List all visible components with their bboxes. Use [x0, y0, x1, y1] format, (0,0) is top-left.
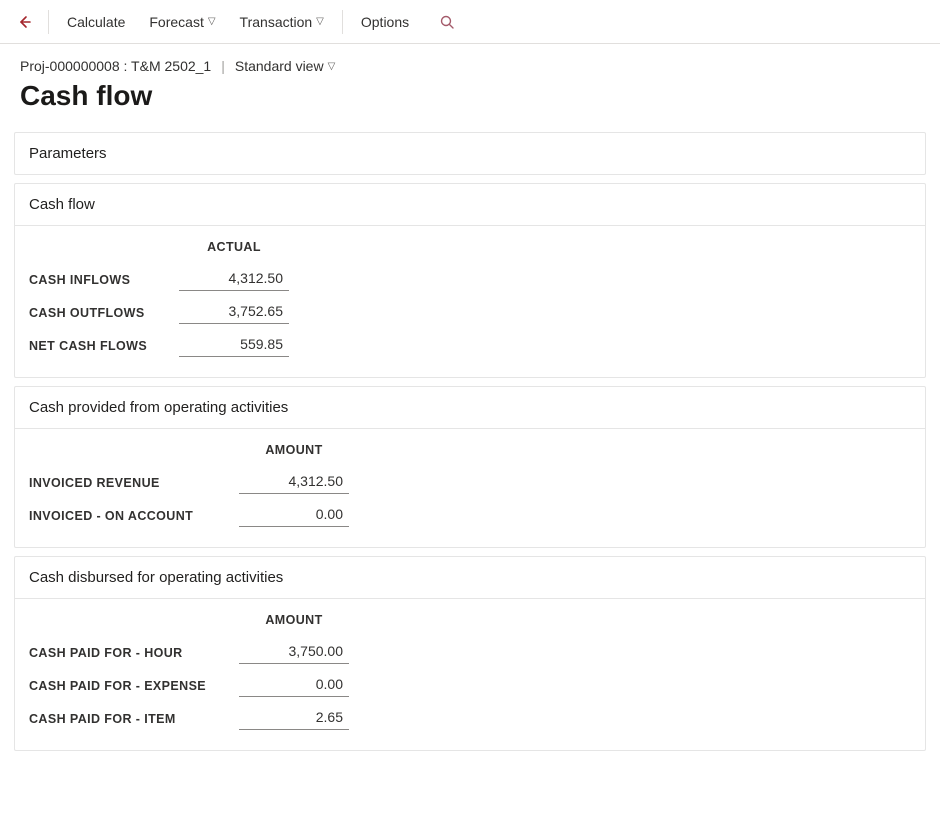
view-switcher[interactable]: Standard view ▽: [235, 58, 335, 74]
chevron-down-icon: ▽: [316, 16, 324, 27]
back-arrow-icon: [16, 14, 32, 30]
cash-provided-body: AMOUNT INVOICED REVENUE 4,312.50 INVOICE…: [15, 429, 925, 547]
cash-disbursed-section: Cash disbursed for operating activities …: [14, 556, 926, 751]
row-label-invoiced-on-acct: INVOICED - ON ACCOUNT: [29, 509, 239, 523]
options-button[interactable]: Options: [351, 8, 419, 36]
page-title: Cash flow: [20, 80, 920, 112]
cash-flow-body: ACTUAL CASH INFLOWS 4,312.50 CASH OUTFLO…: [15, 226, 925, 377]
cash-provided-table: AMOUNT INVOICED REVENUE 4,312.50 INVOICE…: [29, 443, 911, 527]
page-header: Proj-000000008 : T&M 2502_1 | Standard v…: [0, 44, 940, 122]
row-label-invoiced-rev: INVOICED REVENUE: [29, 476, 239, 490]
cash-flow-header[interactable]: Cash flow: [15, 184, 925, 226]
row-label-expense: CASH PAID FOR - EXPENSE: [29, 679, 239, 693]
value-invoiced-rev[interactable]: 4,312.50: [239, 471, 349, 494]
row-label-net: NET CASH FLOWS: [29, 339, 179, 353]
toolbar-divider: [48, 10, 49, 34]
options-label: Options: [361, 14, 409, 30]
forecast-button[interactable]: Forecast ▽: [139, 8, 225, 36]
search-icon: [439, 14, 455, 30]
value-hour[interactable]: 3,750.00: [239, 641, 349, 664]
breadcrumb-project: Proj-000000008 : T&M 2502_1: [20, 58, 211, 74]
cash-flow-section: Cash flow ACTUAL CASH INFLOWS 4,312.50 C…: [14, 183, 926, 378]
cash-disbursed-table: AMOUNT CASH PAID FOR - HOUR 3,750.00 CAS…: [29, 613, 911, 730]
cash-disbursed-header[interactable]: Cash disbursed for operating activities: [15, 557, 925, 599]
value-net[interactable]: 559.85: [179, 334, 289, 357]
chevron-down-icon: ▽: [328, 61, 336, 72]
value-outflows[interactable]: 3,752.65: [179, 301, 289, 324]
parameters-section: Parameters: [14, 132, 926, 175]
row-label-outflows: CASH OUTFLOWS: [29, 306, 179, 320]
cash-disbursed-title: Cash disbursed for operating activities: [29, 569, 283, 586]
chevron-down-icon: ▽: [208, 16, 216, 27]
parameters-header[interactable]: Parameters: [15, 133, 925, 174]
top-toolbar: Calculate Forecast ▽ Transaction ▽ Optio…: [0, 0, 940, 44]
transaction-button[interactable]: Transaction ▽: [230, 8, 334, 36]
col-header-amount-disbursed: AMOUNT: [239, 613, 349, 631]
row-label-hour: CASH PAID FOR - HOUR: [29, 646, 239, 660]
value-inflows[interactable]: 4,312.50: [179, 268, 289, 291]
search-button[interactable]: [431, 6, 463, 38]
cash-disbursed-body: AMOUNT CASH PAID FOR - HOUR 3,750.00 CAS…: [15, 599, 925, 750]
transaction-label: Transaction: [240, 14, 313, 30]
breadcrumb: Proj-000000008 : T&M 2502_1 | Standard v…: [20, 58, 920, 74]
cash-flow-table: ACTUAL CASH INFLOWS 4,312.50 CASH OUTFLO…: [29, 240, 911, 357]
parameters-title: Parameters: [29, 145, 107, 162]
value-expense[interactable]: 0.00: [239, 674, 349, 697]
cash-provided-header[interactable]: Cash provided from operating activities: [15, 387, 925, 429]
calculate-button[interactable]: Calculate: [57, 8, 135, 36]
view-label: Standard view: [235, 58, 324, 74]
cash-flow-title: Cash flow: [29, 196, 95, 213]
toolbar-divider: [342, 10, 343, 34]
back-button[interactable]: [8, 6, 40, 38]
sections-container: Parameters Cash flow ACTUAL CASH INFLOWS…: [0, 122, 940, 779]
row-label-inflows: CASH INFLOWS: [29, 273, 179, 287]
value-invoiced-on-acct[interactable]: 0.00: [239, 504, 349, 527]
calculate-label: Calculate: [67, 14, 125, 30]
col-header-amount-provided: AMOUNT: [239, 443, 349, 461]
forecast-label: Forecast: [149, 14, 203, 30]
col-header-actual: ACTUAL: [179, 240, 289, 258]
breadcrumb-separator: |: [221, 58, 225, 74]
cash-provided-section: Cash provided from operating activities …: [14, 386, 926, 548]
value-item[interactable]: 2.65: [239, 707, 349, 730]
row-label-item: CASH PAID FOR - ITEM: [29, 712, 239, 726]
cash-provided-title: Cash provided from operating activities: [29, 399, 288, 416]
